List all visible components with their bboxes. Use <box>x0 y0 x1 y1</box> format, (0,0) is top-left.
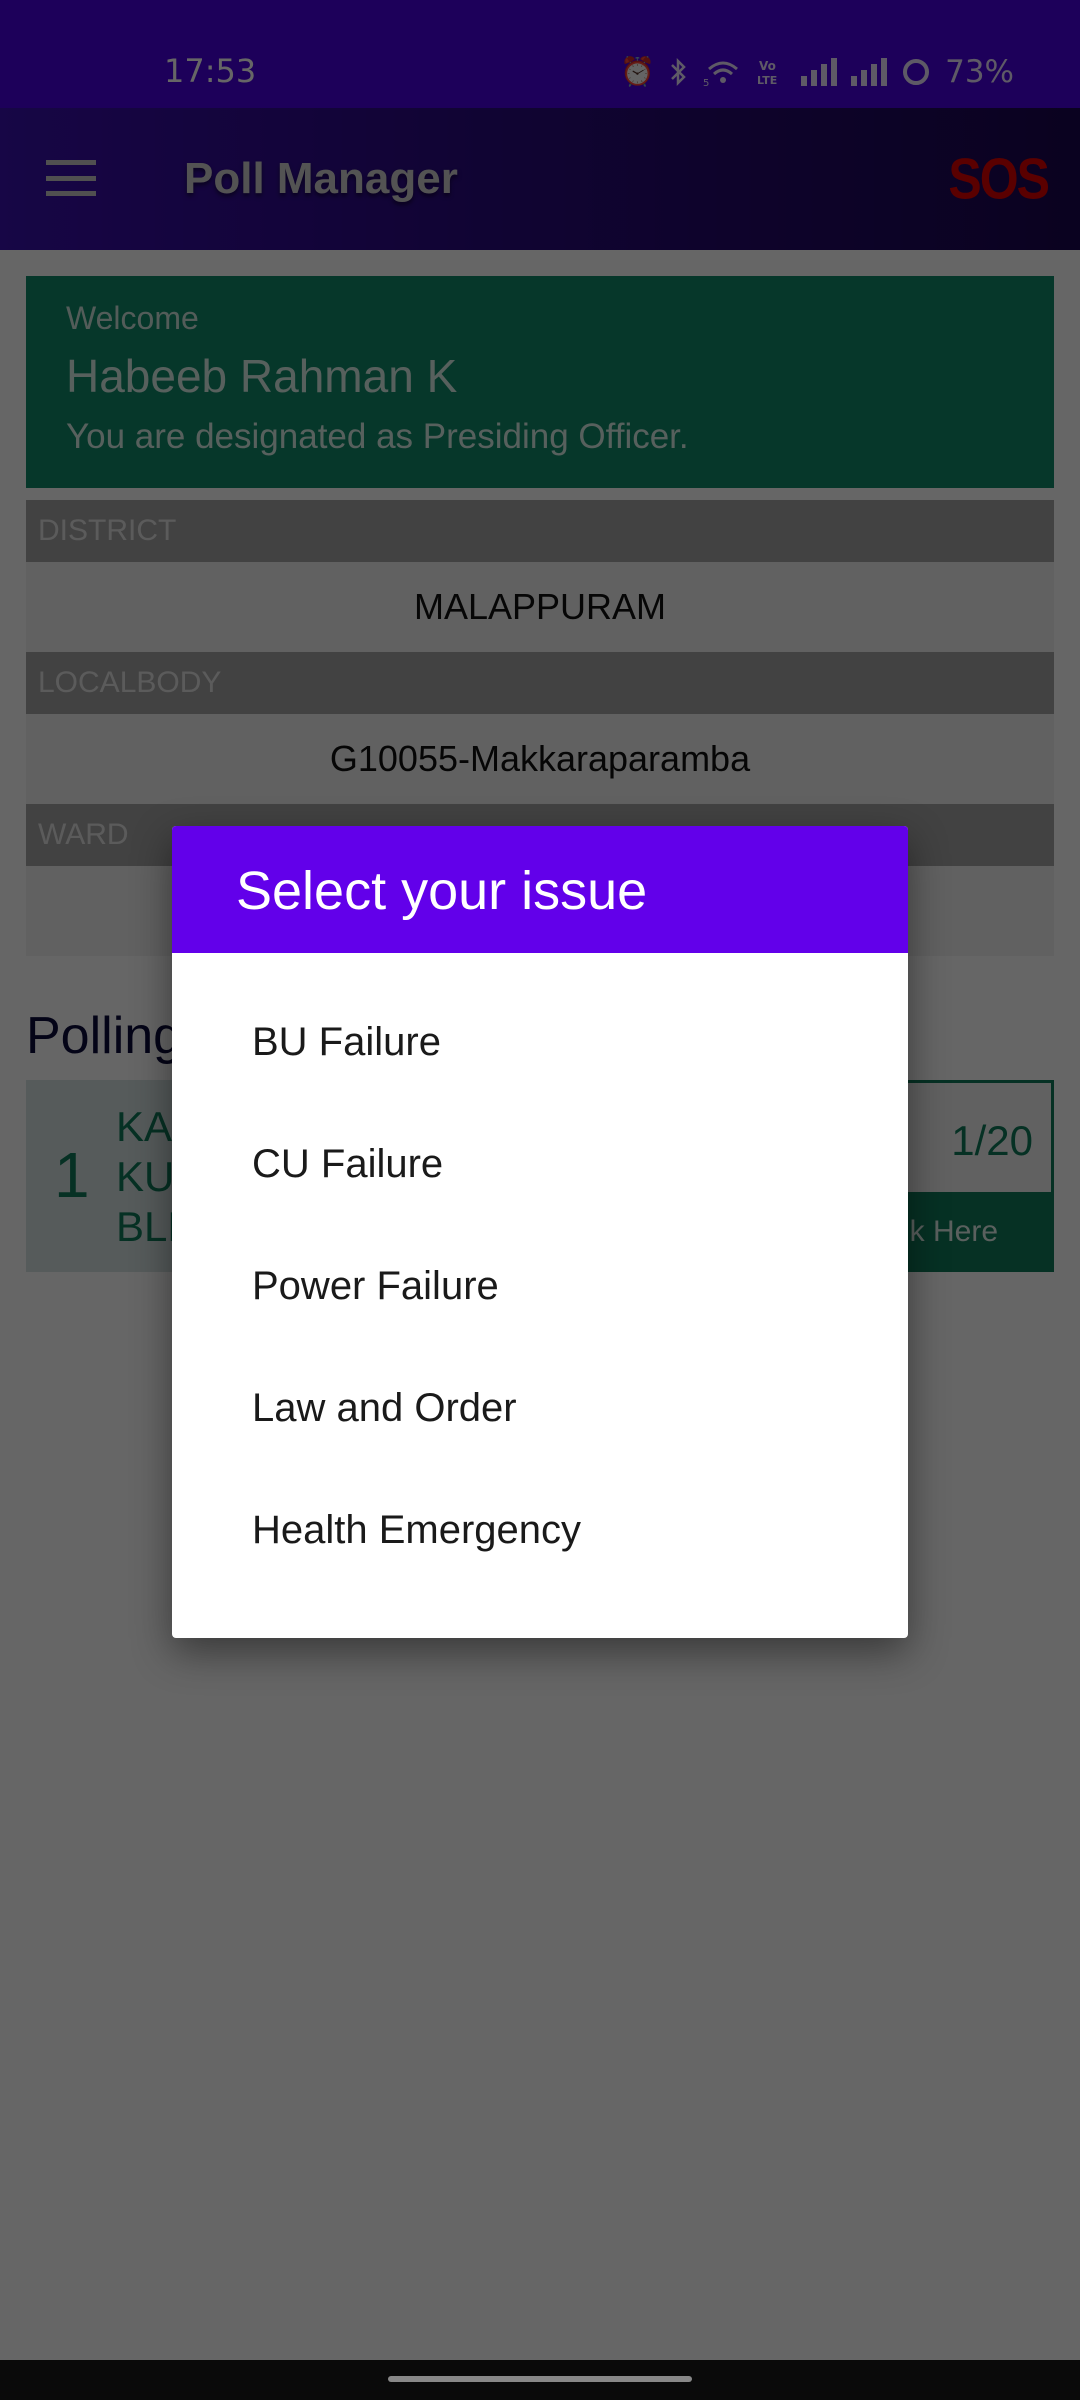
dialog-title: Select your issue <box>172 826 908 953</box>
home-gesture-handle[interactable] <box>388 2376 692 2382</box>
issue-option-power-failure[interactable]: Power Failure <box>172 1225 908 1347</box>
issue-option-health-emergency[interactable]: Health Emergency <box>172 1469 908 1591</box>
issue-option-cu-failure[interactable]: CU Failure <box>172 1103 908 1225</box>
screen: 17:53 ⏰ 5 VoLTE 73% Poll Manager SOS <box>0 0 1080 2400</box>
select-issue-dialog: Select your issue BU Failure CU Failure … <box>172 826 908 1638</box>
issue-list: BU Failure CU Failure Power Failure Law … <box>172 953 908 1591</box>
issue-option-law-and-order[interactable]: Law and Order <box>172 1347 908 1469</box>
issue-option-bu-failure[interactable]: BU Failure <box>172 981 908 1103</box>
navigation-bar <box>0 2360 1080 2400</box>
